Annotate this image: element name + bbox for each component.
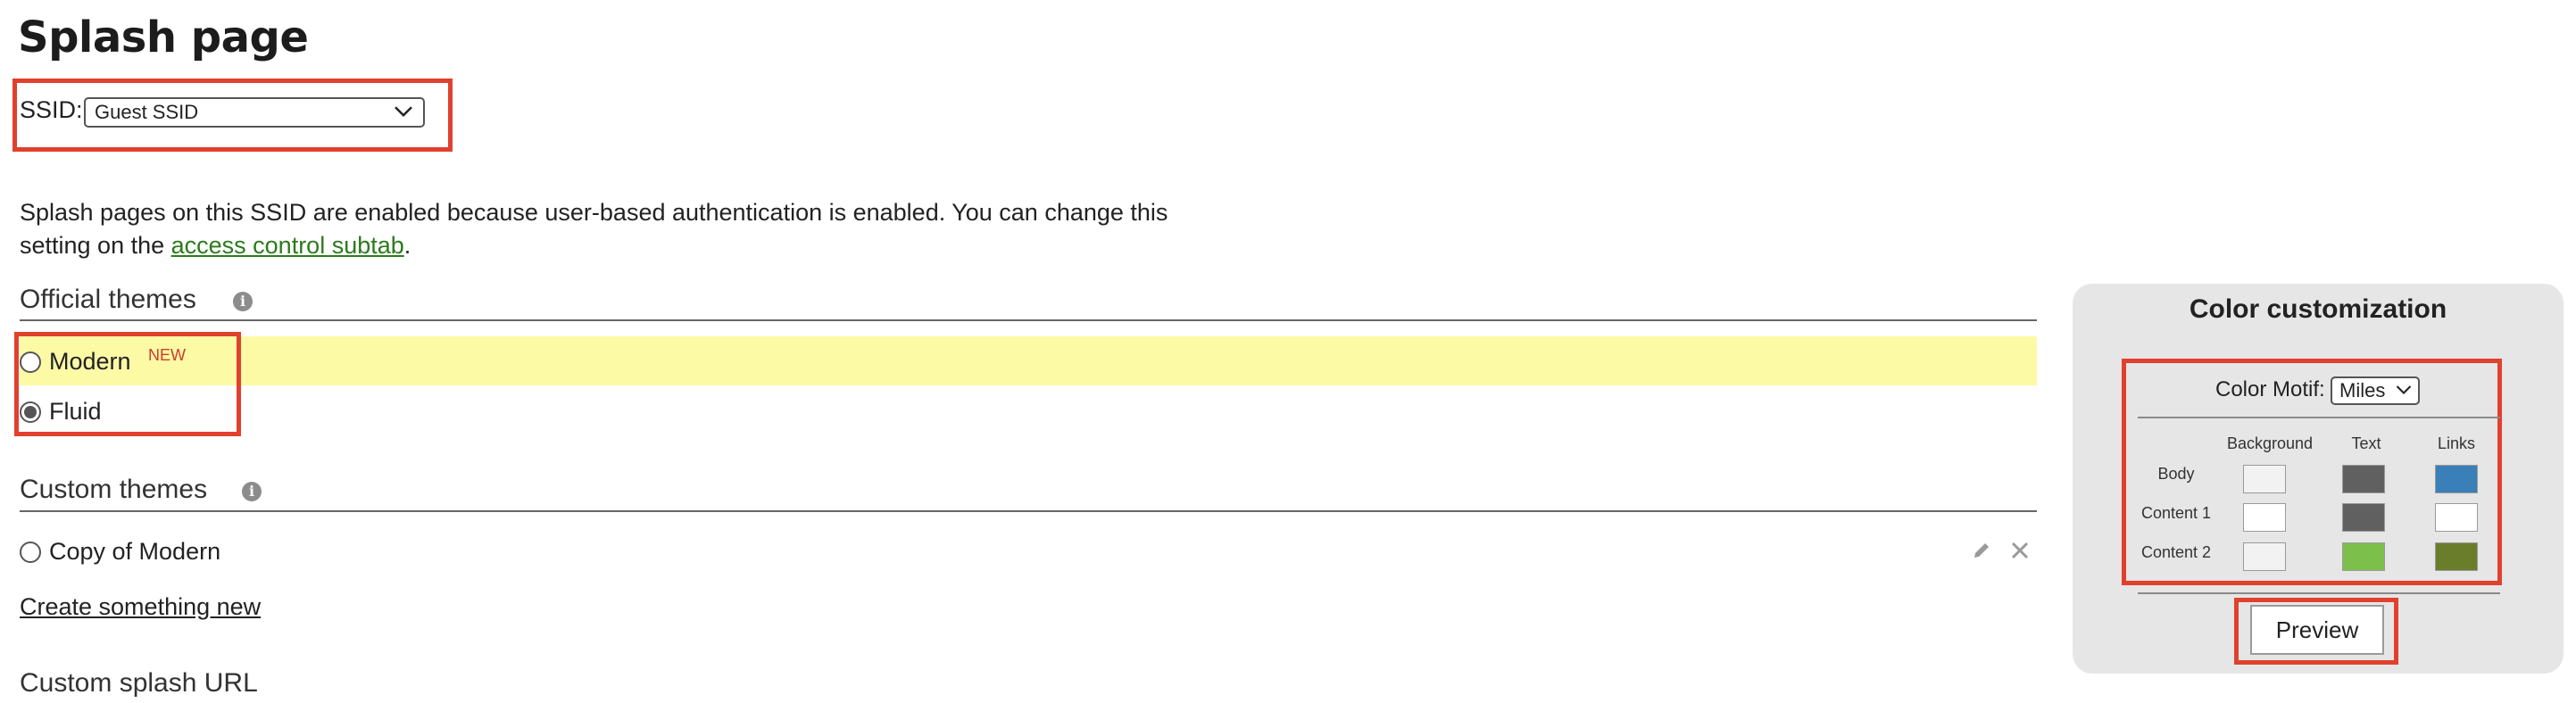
column-header-links: Links [2437,434,2476,452]
theme-label-fluid: Fluid [49,398,102,425]
row-header-body: Body [2157,465,2195,483]
access-control-link[interactable]: access control subtab [171,232,404,259]
preview-divider [2138,592,2500,594]
color-customization-title: Color customization [2189,294,2447,324]
color-swatch-content-1-background[interactable] [2243,503,2286,532]
color-swatch-body-background[interactable] [2243,465,2286,493]
close-icon[interactable] [2009,540,2031,561]
custom-themes-divider [20,510,2037,512]
row-header-content-1: Content 1 [2140,504,2212,522]
color-swatch-content-1-text[interactable] [2342,503,2385,532]
create-something-new-link[interactable]: Create something new [20,593,261,621]
theme-label-copy-of-modern: Copy of Modern [49,538,221,565]
color-swatch-content-2-background[interactable] [2243,542,2286,571]
official-themes-title: Official themes [20,285,196,314]
chevron-down-icon [395,106,412,117]
preview-button[interactable]: Preview [2250,605,2384,655]
theme-radio-copy-of-modern[interactable] [20,542,41,563]
theme-label-modern: Modern [49,348,131,375]
splash-description: Splash pages on this SSID are enabled be… [20,196,1180,262]
color-motif-label: Color Motif: [2215,377,2325,401]
ssid-select-value: Guest SSID [95,101,199,123]
theme-radio-modern[interactable] [20,352,41,373]
color-motif-value: Miles [2339,379,2386,401]
official-themes-divider [20,319,2037,321]
custom-themes-title: Custom themes [20,475,208,504]
custom-splash-url-title: Custom splash URL [20,668,258,698]
row-header-content-2: Content 2 [2140,543,2212,561]
new-badge: NEW [148,346,186,364]
color-swatch-content-2-links[interactable] [2435,542,2478,571]
pencil-icon[interactable] [1971,540,1992,561]
page-title: Splash page [18,12,309,62]
modern-row-highlight [20,336,2037,385]
info-icon[interactable]: i [233,292,253,311]
info-icon[interactable]: i [242,482,262,501]
color-table-divider [2138,417,2500,418]
theme-radio-fluid[interactable] [20,401,41,423]
color-swatch-content-2-text[interactable] [2342,542,2385,571]
chevron-down-icon [2396,385,2412,395]
description-period: . [403,232,411,259]
color-motif-select[interactable]: Miles [2331,376,2420,405]
color-swatch-body-links[interactable] [2435,465,2478,493]
color-swatch-content-1-links[interactable] [2435,503,2478,532]
ssid-label: SSID: [20,96,83,123]
color-swatch-body-text[interactable] [2342,465,2385,493]
ssid-select[interactable]: Guest SSID [84,97,425,128]
